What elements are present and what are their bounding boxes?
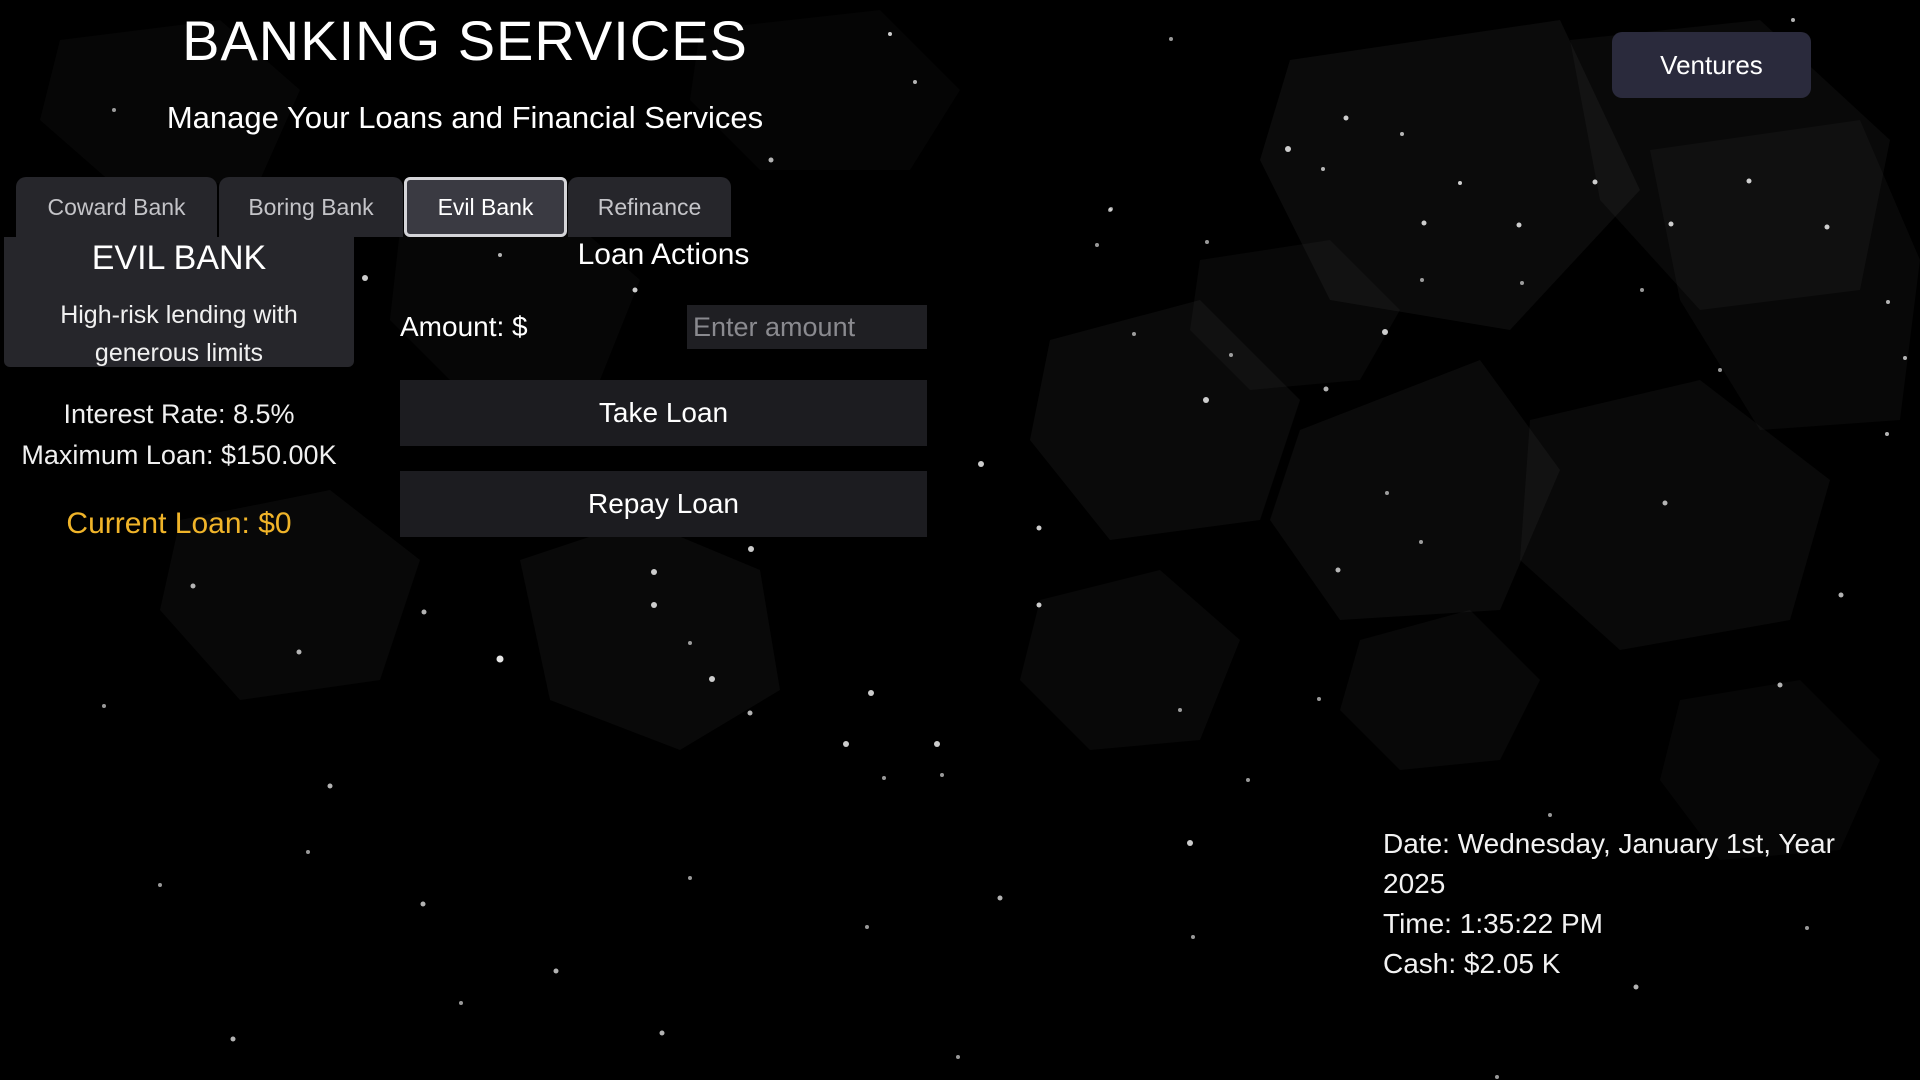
bank-description: High-risk lending with generous limits bbox=[4, 296, 354, 372]
page-subtitle: Manage Your Loans and Financial Services bbox=[166, 100, 764, 135]
loan-actions-title: Loan Actions bbox=[577, 238, 750, 271]
background-shapes bbox=[1030, 20, 1640, 620]
bank-name: EVIL BANK bbox=[91, 239, 267, 277]
game-screen: BANKING SERVICES Manage Your Loans and F… bbox=[0, 0, 1920, 1080]
date-line-2: 2025 bbox=[1383, 868, 1446, 899]
cash-readout: Cash: $2.05 K bbox=[1383, 948, 1561, 979]
date-line-1: Date: Wednesday, January 1st, Year bbox=[1383, 828, 1835, 859]
page-title: BANKING SERVICES bbox=[182, 9, 748, 72]
tab-coward-bank[interactable]: Coward Bank bbox=[16, 177, 217, 237]
bank-description-line-1: High-risk lending with bbox=[60, 301, 298, 329]
status-panel: Date: Wednesday, January 1st, Year 2025 … bbox=[1383, 824, 1883, 984]
take-loan-button[interactable]: Take Loan bbox=[400, 380, 927, 446]
maximum-loan: Maximum Loan: $150.00K bbox=[21, 440, 337, 470]
time-readout: Time: 1:35:22 PM bbox=[1383, 908, 1603, 939]
amount-input[interactable] bbox=[687, 305, 927, 349]
repay-loan-button[interactable]: Repay Loan bbox=[400, 471, 927, 537]
tab-boring-bank[interactable]: Boring Bank bbox=[219, 177, 403, 237]
bank-description-line-2: generous limits bbox=[94, 339, 264, 367]
tab-refinance[interactable]: Refinance bbox=[568, 177, 731, 237]
interest-rate: Interest Rate: 8.5% bbox=[63, 399, 295, 429]
current-loan: Current Loan: $0 bbox=[66, 507, 292, 540]
amount-label: Amount: $ bbox=[400, 311, 528, 342]
tab-evil-bank[interactable]: Evil Bank bbox=[404, 177, 567, 237]
ventures-button[interactable]: Ventures bbox=[1612, 32, 1811, 98]
